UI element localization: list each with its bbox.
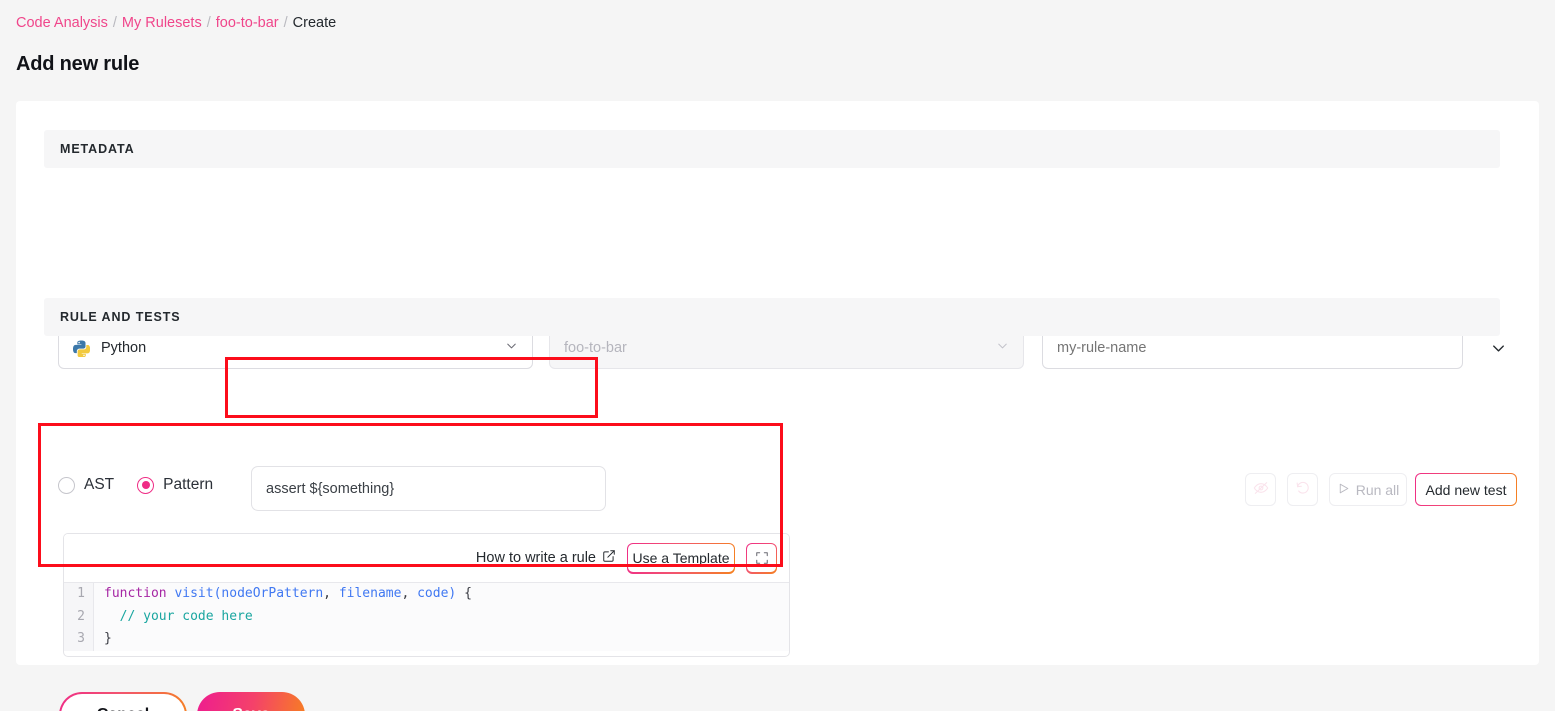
code-token: code	[417, 586, 449, 601]
code-token: visit	[174, 586, 214, 601]
run-all-label: Run all	[1355, 481, 1400, 498]
page-title: Add new rule	[16, 53, 140, 75]
pattern-input[interactable]: assert ${something}	[251, 466, 606, 511]
code-token: }	[104, 631, 112, 646]
reset-tests-button[interactable]	[1287, 473, 1318, 506]
radio-pattern[interactable]	[137, 476, 155, 494]
add-new-test-button[interactable]: Add new test	[1415, 473, 1517, 506]
save-button-label: Save	[232, 706, 269, 711]
chevron-down-icon	[504, 339, 519, 358]
how-to-write-a-rule-link[interactable]: How to write a rule	[476, 549, 616, 567]
use-a-template-label: Use a Template	[628, 543, 734, 573]
code-line-number: 3	[64, 628, 94, 651]
radio-ast[interactable]	[58, 476, 75, 494]
ruleset-value: foo-to-bar	[564, 340, 627, 356]
rule-name-chevron-down-icon[interactable]	[1489, 339, 1508, 363]
language-value: Python	[101, 340, 147, 356]
breadcrumb-separator: /	[112, 15, 117, 31]
hide-tests-button[interactable]	[1245, 473, 1276, 506]
expand-editor-button[interactable]	[746, 542, 777, 574]
code-line-text[interactable]: // your code here	[94, 606, 253, 629]
code-token: ,	[323, 586, 339, 601]
rule-mode-radio-group: AST Pattern	[58, 476, 227, 494]
code-line-text[interactable]: function visit(nodeOrPattern, filename, …	[94, 583, 472, 606]
section-header-rule-and-tests: RULE AND TESTS	[44, 298, 1500, 336]
radio-pattern-label: Pattern	[163, 476, 214, 493]
breadcrumb-separator: /	[206, 15, 211, 31]
cancel-button-label: Cancel	[60, 693, 186, 711]
code-line-number: 1	[64, 583, 94, 606]
breadcrumb-item-foo-to-bar[interactable]: foo-to-bar	[216, 15, 279, 31]
external-link-icon	[602, 549, 616, 567]
code-token: // your code here	[104, 608, 253, 624]
breadcrumb: Code Analysis / My Rulesets / foo-to-bar / Cre…	[16, 14, 336, 32]
how-to-write-a-rule-label: How to write a rule	[475, 550, 596, 566]
breadcrumb-item-code-analysis[interactable]: Code Analysis	[16, 15, 108, 31]
reset-circular-arrow-icon	[1295, 480, 1311, 499]
code-line: 2 // your code here	[64, 605, 789, 629]
python-logo-icon	[73, 340, 90, 357]
code-token: function	[104, 586, 167, 601]
rule-form-card: METADATA Language Python Ruleset foo-to-…	[16, 101, 1539, 711]
chevron-down-icon	[995, 339, 1010, 358]
expand-fullscreen-icon	[747, 543, 776, 573]
code-line: 1 function visit(nodeOrPattern, filename,…	[64, 583, 789, 606]
add-new-test-label: Add new test	[1416, 474, 1516, 505]
breadcrumb-item-my-rulesets[interactable]: My Rulesets	[122, 15, 202, 31]
editor-toolbar: How to write a rule Use a Template	[64, 534, 789, 582]
code-token: {	[456, 586, 472, 601]
code-area[interactable]: 1 function visit(nodeOrPattern, filename,…	[64, 582, 789, 651]
play-triangle-icon	[1337, 482, 1350, 498]
save-button[interactable]: Save	[197, 692, 305, 711]
cancel-button[interactable]: Cancel	[59, 692, 187, 711]
code-token: filename	[338, 586, 402, 601]
code-token: nodeOrPattern	[221, 586, 324, 601]
code-token: ,	[401, 586, 418, 601]
eye-off-icon	[1253, 480, 1269, 499]
rule-code-editor: How to write a rule Use a Template 1 func…	[63, 533, 790, 657]
section-header-metadata: METADATA	[44, 130, 1500, 168]
code-line-number: 2	[64, 605, 94, 628]
run-all-button[interactable]: Run all	[1329, 473, 1407, 506]
use-a-template-button[interactable]: Use a Template	[627, 542, 735, 574]
breadcrumb-item-create: Create	[292, 15, 337, 31]
pattern-input-value: assert ${something}	[266, 480, 395, 497]
radio-ast-label: AST	[84, 476, 115, 493]
code-line-text[interactable]: }	[94, 628, 112, 651]
page-root: Code Analysis / My Rulesets / foo-to-bar / Cre…	[0, 0, 1555, 711]
breadcrumb-separator: /	[283, 15, 288, 31]
code-line: 3}	[64, 628, 789, 651]
